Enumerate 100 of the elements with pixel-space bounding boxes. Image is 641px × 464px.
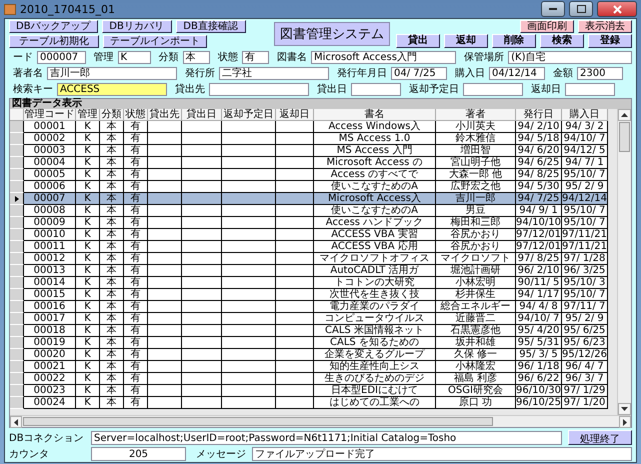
action-button[interactable]: 返却 [444,34,488,48]
table-row[interactable]: 00003 K 本 有 MS Access 入門 増田智 94/ 6/20 94/12/ 5 [10,145,617,157]
utility-button[interactable]: 画面印刷 [520,20,574,33]
input-field[interactable]: 000007 [37,50,86,64]
row-header[interactable] [10,301,24,313]
column-header[interactable]: 管理コード [24,109,76,121]
input-field[interactable]: Microsoft Access入門 [311,50,456,64]
column-header[interactable]: 貸出日 [182,109,222,121]
row-header[interactable] [10,157,24,169]
input-field[interactable]: 二字社 [219,66,329,80]
scroll-thumb[interactable] [619,122,630,152]
column-header[interactable]: 管理 [76,109,100,121]
utility-button[interactable]: 表示消去 [578,20,632,33]
input-field[interactable]: 本 [182,50,210,64]
table-row[interactable]: 00023 K 本 有 日本型EDIにむけて OSGI研究会 96/10/30 97/ 1/29 [10,385,617,397]
row-header[interactable] [10,337,24,349]
column-header[interactable]: 発行日 [516,109,562,121]
table-button[interactable]: テーブルインポート [103,35,207,48]
table-row[interactable]: 00020 K 本 有 企業を変えるグループ 久保 修一 95/ 3/ 5 95/12/26 [10,349,617,361]
row-header[interactable] [10,313,24,325]
table-row[interactable]: 00012 K 本 有 マイクロソフトオフィス マイクロソフト 97/ 8/25 97/ 1/28 [10,253,617,265]
column-header[interactable]: 分類 [100,109,124,121]
row-header[interactable] [10,397,24,409]
table-row[interactable]: 00007 K 本 有 Microsoft Access入 吉川一郎 94/ 7/25 94/12/14 [10,193,617,205]
row-header[interactable] [10,325,24,337]
scroll-right-icon[interactable] [623,418,627,426]
column-header[interactable]: 状態 [124,109,148,121]
minimize-button[interactable] [541,1,565,17]
table-row[interactable]: 00022 K 本 有 生きのびるためのデジ 福島 利彦 96/ 6/22 96/ 3/ 7 [10,373,617,385]
input-field[interactable] [565,82,615,96]
row-header[interactable] [10,145,24,157]
table-row[interactable]: 00018 K 本 有 CALS 米国情報ネット 石黒憲彦他 95/ 4/20 95/ 6/25 [10,325,617,337]
row-header[interactable] [10,169,24,181]
column-header[interactable]: 返却日 [276,109,314,121]
table-row[interactable]: 00008 K 本 有 使いこなすためのA 男豆 94/ 9/ 1 95/10/ 7 [10,205,617,217]
scroll-left-icon[interactable] [14,418,18,426]
input-field[interactable] [209,82,309,96]
table-row[interactable]: 00004 K 本 有 Microsoft Access の 宮山明子他 94/ 6/25 94/ 7/ 1 [10,157,617,169]
table-row[interactable]: 00010 K 本 有 ACCESS VBA 実習 谷尻かおり 97/12/01 97/11/21 [10,229,617,241]
finish-button[interactable]: 処理終了 [568,430,632,445]
row-header[interactable] [10,217,24,229]
input-field[interactable]: 2300 [577,66,623,80]
row-header[interactable] [10,289,24,301]
scroll-down-icon[interactable] [621,407,628,411]
column-header[interactable]: 購入日 [562,109,608,121]
action-button[interactable]: 登録 [588,34,632,48]
scroll-thumb[interactable] [23,417,493,426]
column-header[interactable]: 著者 [436,109,516,121]
row-header[interactable] [10,385,24,397]
row-header[interactable] [10,121,24,133]
input-field[interactable] [463,82,523,96]
column-header[interactable]: 返却予定日 [222,109,276,121]
table-row[interactable]: 00016 K 本 有 電力産業のパラダイ 総合エネルギー 94/ 4/ 8 97/11/ 7 [10,301,617,313]
column-header[interactable]: 貸出先 [148,109,182,121]
input-field[interactable]: 04/12/14 [489,66,545,80]
row-header[interactable] [10,349,24,361]
row-header[interactable] [10,373,24,385]
vertical-scrollbar[interactable] [617,109,631,415]
column-header[interactable]: 書名 [314,109,436,121]
table-row[interactable]: 00015 K 本 有 次世代を生き抜く技 杉井保生 94/ 1/17 95/10/ 7 [10,289,617,301]
input-field[interactable]: ファイルアップロード完了 [252,447,632,461]
db-button[interactable]: DB直接確認 [176,20,246,33]
row-header[interactable] [10,241,24,253]
action-button[interactable]: 削除 [492,34,536,48]
input-field[interactable]: 04/ 7/25 [391,66,447,80]
row-header[interactable] [10,361,24,373]
table-row[interactable]: 00021 K 本 有 知的生産性向上シス 小林隆宏 96/ 1/18 96/ 4/ 7 [10,361,617,373]
table-row[interactable]: 00014 K 本 有 トコトンの大研究 小林宏明 90/11/ 5 95/10/ 3 [10,277,617,289]
table-row[interactable]: 00005 K 本 有 Access のすべてで 大森一郎 他 94/ 8/25 95/10/ 7 [10,169,617,181]
horizontal-scrollbar[interactable] [10,415,631,427]
row-header[interactable] [10,133,24,145]
row-header[interactable] [10,229,24,241]
table-row[interactable]: 00011 K 本 有 ACCESS VBA 応用 谷尻かおり 97/12/01 97/11/21 [10,241,617,253]
input-field[interactable]: 吉川一郎 [47,66,177,80]
table-row[interactable]: 00001 K 本 有 Access Windows入 小川英夫 94/ 2/10 94/ 3/ 2 [10,121,617,133]
table-row[interactable]: 00024 K 本 有 はじめての工業への 原口 功 96/10/25 97/ 1/20 [10,397,617,409]
table-row[interactable]: 00013 K 本 有 AutoCADLT 活用ガ 堀池計画研 96/ 2/10 96/ 3/25 [10,265,617,277]
table-row[interactable]: 00009 K 本 有 Access ハンドブック 梅田和三郎 94/10/10 95/10/ 7 [10,217,617,229]
input-field[interactable]: K [118,50,151,64]
row-header[interactable] [10,205,24,217]
table-row[interactable]: 00006 K 本 有 使いこなすためのA 広野宏之他 94/ 5/30 95/ 2/ 9 [10,181,617,193]
action-button[interactable]: 検索 [540,34,584,48]
table-button[interactable]: テーブル初期化 [9,35,99,48]
input-field[interactable]: (K)自宅 [508,50,632,64]
action-button[interactable]: 貸出 [396,34,440,48]
input-field[interactable]: 有 [242,50,270,64]
table-row[interactable]: 00002 K 本 有 MS Access 1.0 鈴木雅信 94/ 5/18 94/10/ 7 [10,133,617,145]
close-button[interactable] [597,1,637,17]
row-header[interactable] [10,265,24,277]
maximize-button[interactable] [569,1,593,17]
row-header[interactable] [10,181,24,193]
db-button[interactable]: DBリカバリ [102,20,172,33]
input-field[interactable] [351,82,401,96]
row-header[interactable] [10,277,24,289]
input-field[interactable]: 205 [91,447,186,461]
table-row[interactable]: 00017 K 本 有 コンピュータウイルス 近藤晋二 94/10/ 7 95/ 2/ 9 [10,313,617,325]
row-header[interactable] [10,193,24,205]
row-header[interactable] [10,253,24,265]
db-button[interactable]: DBバックアップ [9,20,98,33]
input-field[interactable]: ACCESS [57,82,167,96]
